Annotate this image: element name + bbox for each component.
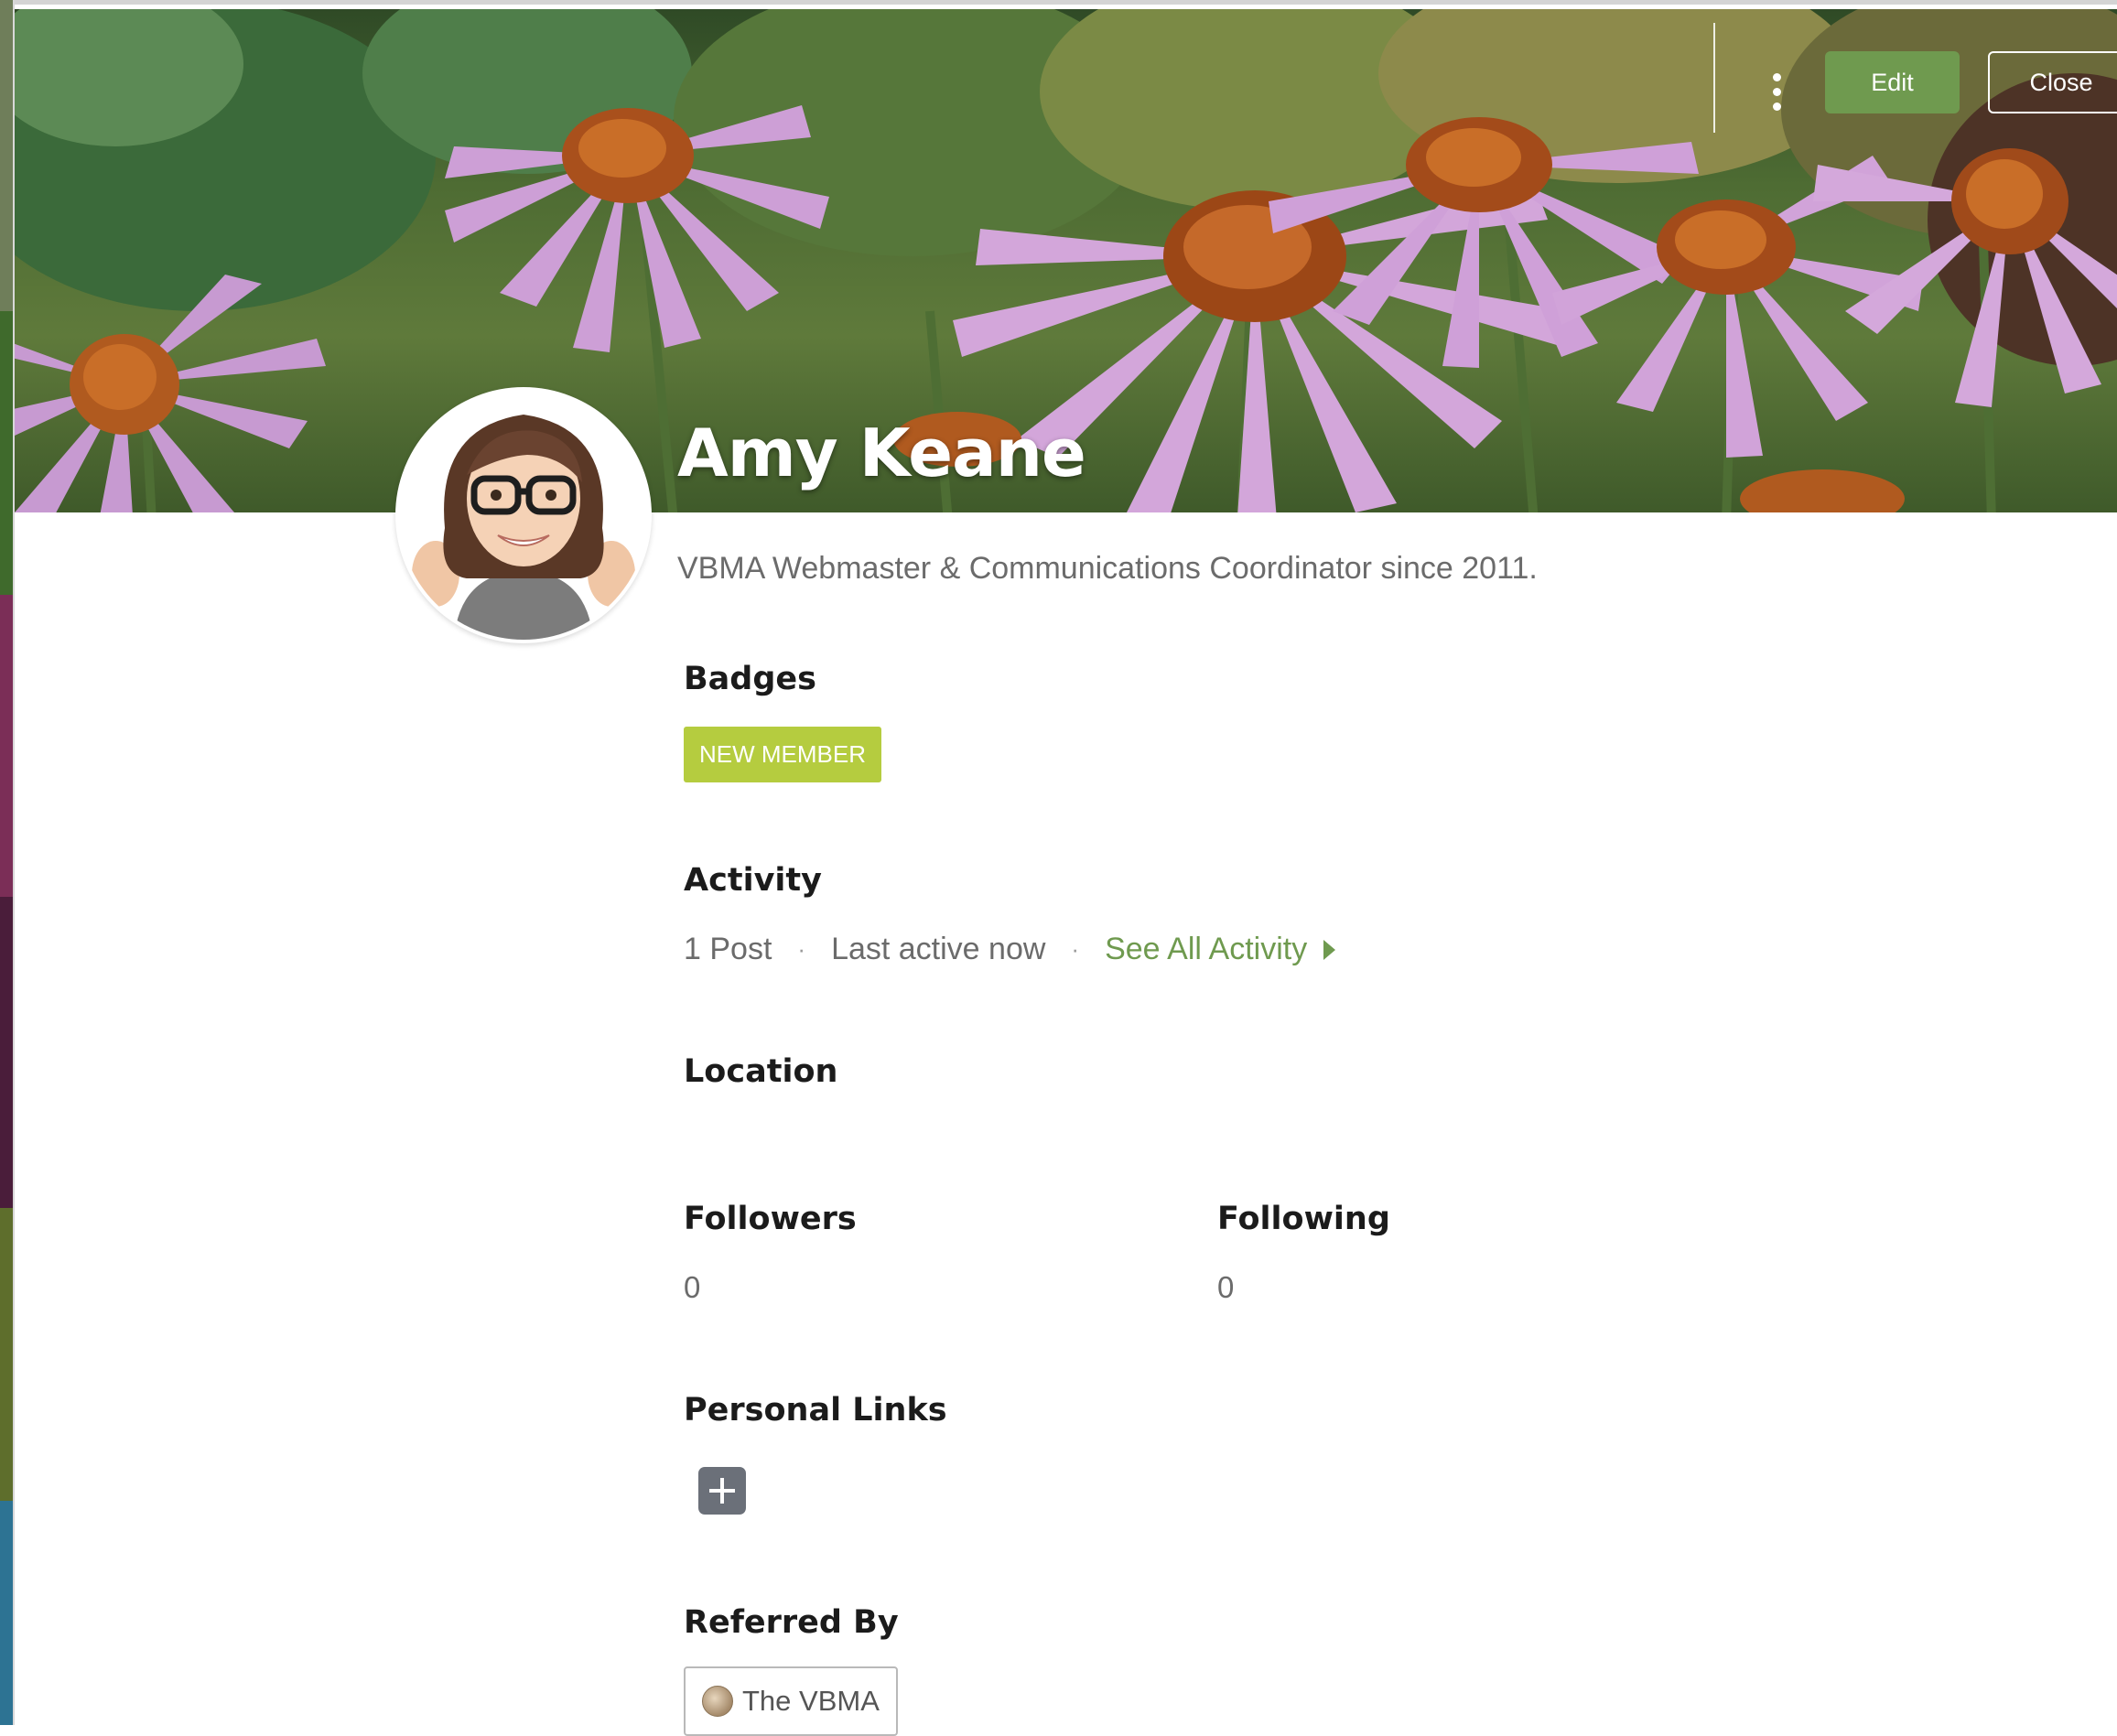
referrer-name: The VBMA [742, 1685, 880, 1717]
last-active: Last active now [831, 932, 1046, 966]
location-heading: Location [684, 1053, 838, 1090]
following-heading: Following [1217, 1201, 1390, 1237]
badges-heading: Badges [684, 661, 816, 697]
separator-dot: · [1071, 935, 1080, 963]
plus-icon [709, 1478, 735, 1504]
referrer-chip[interactable]: The VBMA [684, 1666, 898, 1736]
add-personal-link-button[interactable] [698, 1467, 746, 1515]
referred-by-heading: Referred By [684, 1604, 899, 1641]
see-all-activity-label: See All Activity [1105, 932, 1308, 966]
post-count: 1 Post [684, 932, 772, 966]
avatar [395, 387, 652, 643]
background-page-edge [0, 0, 15, 1725]
see-all-activity-link[interactable]: See All Activity [1105, 932, 1336, 967]
close-button[interactable]: Close [1988, 51, 2117, 113]
separator-dot: · [797, 935, 806, 963]
kebab-menu-icon[interactable] [1763, 69, 1790, 114]
badge-new-member: NEW MEMBER [684, 727, 881, 782]
personal-links-heading: Personal Links [684, 1392, 947, 1429]
activity-heading: Activity [684, 862, 822, 899]
caret-right-icon [1323, 939, 1336, 960]
profile-panel: Edit Close Amy Keane VBMA Webmaster & Co… [15, 0, 2117, 1736]
header-separator [1713, 23, 1715, 133]
edit-button[interactable]: Edit [1825, 51, 1960, 113]
profile-tagline: VBMA Webmaster & Communications Coordina… [677, 551, 1538, 586]
followers-count[interactable]: 0 [684, 1270, 700, 1305]
referrer-avatar-icon [702, 1686, 733, 1717]
followers-heading: Followers [684, 1201, 857, 1237]
profile-name: Amy Keane [677, 415, 1086, 491]
activity-summary: 1 Post · Last active now · See All Activ… [684, 932, 1336, 967]
following-count[interactable]: 0 [1217, 1270, 1234, 1305]
